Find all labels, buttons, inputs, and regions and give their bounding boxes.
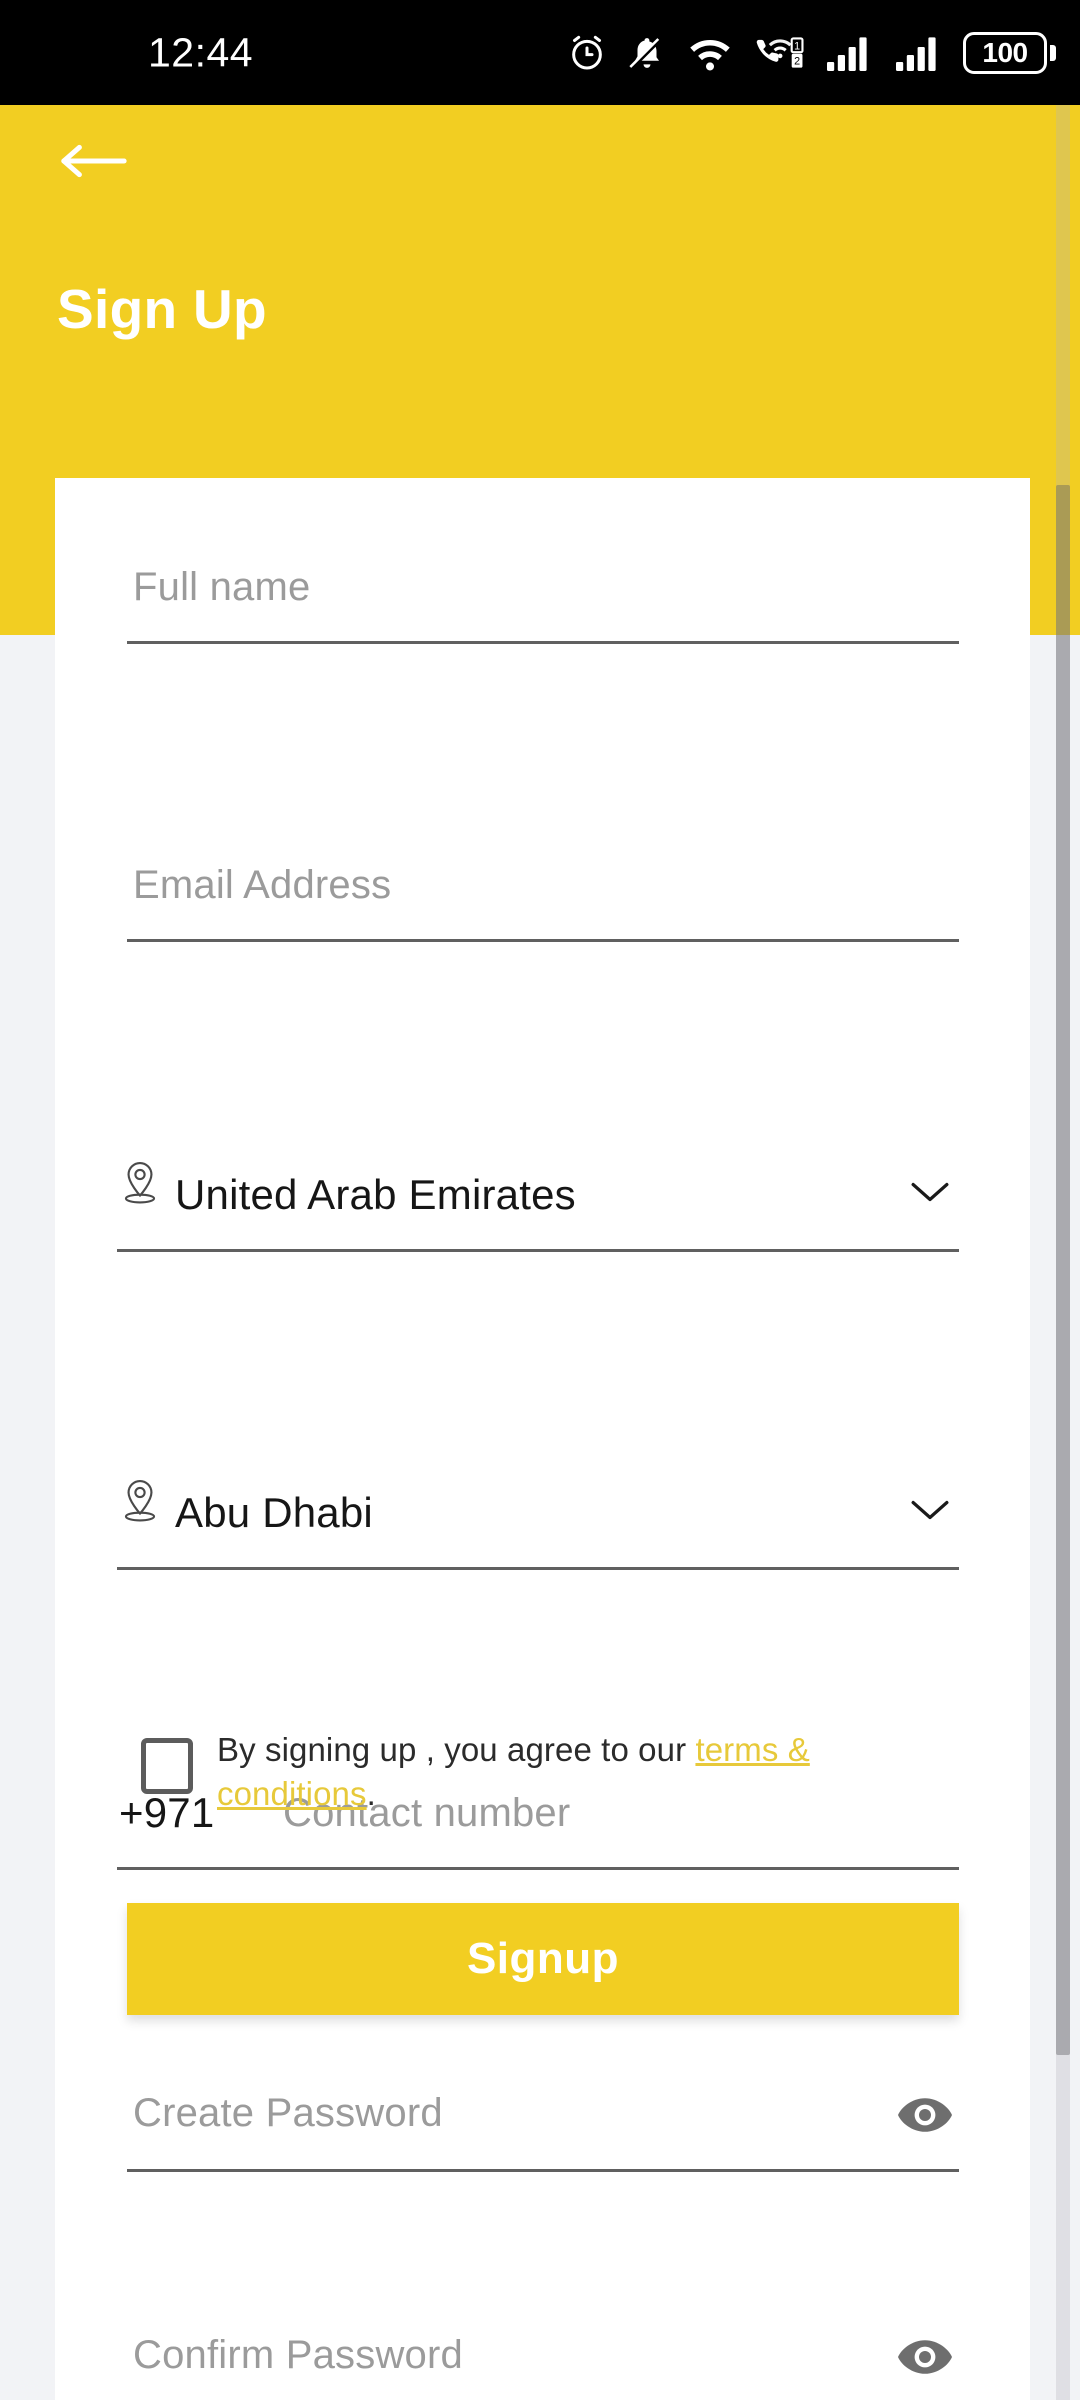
chevron-down-icon: [907, 1177, 953, 1212]
alarm-clock-icon: [567, 33, 607, 73]
svg-text:1: 1: [794, 40, 800, 52]
create-password-field[interactable]: Create Password: [127, 2062, 959, 2172]
terms-row[interactable]: By signing up , you agree to our terms &…: [141, 1728, 971, 1815]
confirm-password-placeholder: Confirm Password: [133, 2333, 463, 2377]
country-value: United Arab Emirates: [175, 1171, 576, 1218]
full-name-placeholder: Full name: [133, 565, 311, 609]
chevron-down-icon: [907, 1495, 953, 1530]
status-bar: 12:44 1 2 100: [0, 0, 1080, 105]
country-select[interactable]: United Arab Emirates: [117, 1124, 959, 1252]
signup-form-card: Full name Email Address United Arab Emir…: [55, 478, 1030, 2400]
signal-sim2-icon: [894, 33, 942, 73]
contact-number-underline: [117, 1867, 959, 1870]
page-title: Sign Up: [57, 278, 267, 340]
eye-icon[interactable]: [897, 2337, 953, 2382]
email-underline: [127, 939, 959, 942]
terms-text-before: By signing up , you agree to our: [217, 1731, 696, 1768]
battery-icon: 100: [963, 31, 1056, 74]
signup-button[interactable]: Signup: [127, 1903, 959, 2015]
city-value: Abu Dhabi: [175, 1489, 373, 1536]
battery-tip: [1050, 44, 1056, 61]
vowifi-sim2-icon: 1 2: [754, 33, 804, 73]
location-pin-icon: [119, 1159, 161, 1212]
email-placeholder: Email Address: [133, 863, 392, 907]
terms-text: By signing up , you agree to our terms &…: [217, 1728, 971, 1815]
country-underline: [117, 1249, 959, 1252]
create-password-placeholder: Create Password: [133, 2091, 443, 2135]
full-name-underline: [127, 641, 959, 644]
battery-level-text: 100: [982, 36, 1028, 68]
confirm-password-field[interactable]: Confirm Password: [127, 2304, 959, 2400]
bell-muted-icon: [628, 33, 666, 73]
terms-checkbox[interactable]: [141, 1738, 193, 1794]
svg-text:2: 2: [794, 55, 800, 67]
signup-form: Full name Email Address United Arab Emir…: [55, 478, 1030, 2377]
back-button[interactable]: [58, 135, 130, 191]
signup-button-label: Signup: [466, 1934, 620, 1983]
city-underline: [117, 1567, 959, 1570]
email-field[interactable]: Email Address: [127, 834, 959, 942]
wifi-icon: [687, 33, 733, 73]
status-icons: 1 2 100: [567, 31, 1056, 74]
status-time: 12:44: [148, 29, 254, 75]
back-arrow-icon: [58, 137, 128, 190]
scrollbar-thumb[interactable]: [1056, 485, 1070, 2055]
terms-text-after: .: [366, 1774, 376, 1812]
eye-icon[interactable]: [897, 2095, 953, 2140]
create-password-underline: [127, 2169, 959, 2172]
city-select[interactable]: Abu Dhabi: [117, 1442, 959, 1570]
full-name-field[interactable]: Full name: [127, 536, 959, 644]
signal-sim1-icon: [825, 33, 873, 73]
location-pin-icon: [119, 1477, 161, 1530]
signup-screen: 12:44 1 2 100 Sign Up Full name Email Ad…: [0, 0, 1080, 2400]
